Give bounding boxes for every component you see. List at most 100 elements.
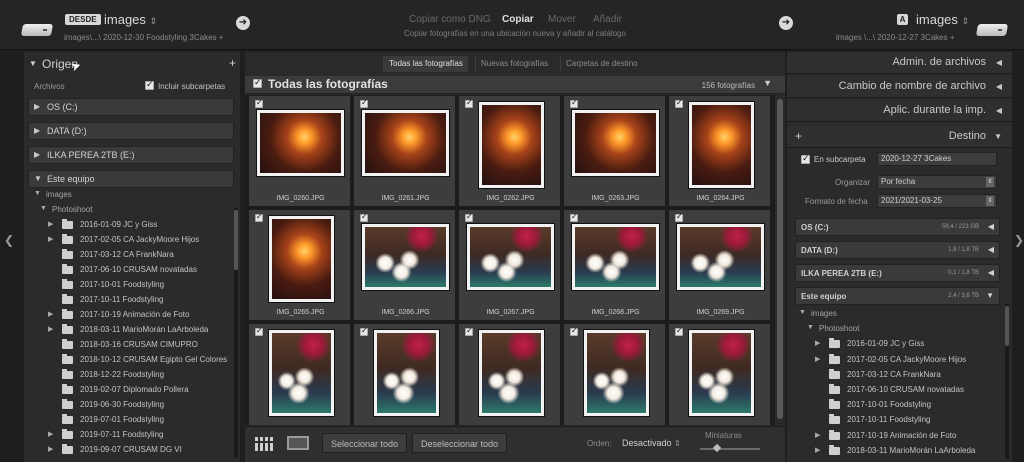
- photo-thumbnail[interactable]: [362, 110, 449, 176]
- photo-select-checkbox[interactable]: [570, 212, 578, 222]
- source-folder-item[interactable]: 2018-10-12 CRUSAM Egipto Gel Colores: [24, 353, 240, 368]
- expand-triangle-icon[interactable]: ▼: [40, 205, 47, 212]
- destination-folder-item[interactable]: 2017-10-11 Foodstyling: [787, 413, 1003, 428]
- photo-thumbnail-cell[interactable]: [563, 323, 666, 425]
- sort-order-dropdown[interactable]: Desactivado ⇕: [622, 438, 681, 448]
- source-folder-item[interactable]: ▶ 2017-10-19 Animación de Foto: [24, 308, 240, 323]
- source-folder-item[interactable]: ▶ 2018-03-11 MarioMorán LaArboleda: [24, 323, 240, 338]
- source-folder-item[interactable]: 2019-07-01 Foodstyling: [24, 413, 240, 428]
- photo-thumbnail-cell[interactable]: IMG_0268.JPG: [563, 209, 666, 321]
- photo-select-checkbox[interactable]: [570, 326, 578, 336]
- collapse-triangle-icon[interactable]: ▼: [29, 59, 37, 68]
- photo-select-checkbox[interactable]: [675, 98, 683, 108]
- sort-dropdown-icon[interactable]: ▼: [763, 78, 772, 88]
- expand-triangle-icon[interactable]: ▶: [48, 445, 53, 453]
- expand-triangle-icon[interactable]: ▼: [986, 291, 994, 300]
- expand-triangle-icon[interactable]: ▶: [48, 430, 53, 438]
- photo-thumbnail-cell[interactable]: IMG_0263.JPG: [563, 95, 666, 207]
- expand-triangle-icon[interactable]: ◀: [996, 106, 1002, 115]
- source-panel-header[interactable]: ▼ Origen +: [24, 54, 240, 74]
- in-subfolder-checkbox[interactable]: [801, 153, 810, 164]
- photo-select-checkbox[interactable]: [465, 326, 473, 336]
- include-subfolders-label[interactable]: Incluir subcarpetas: [158, 82, 225, 91]
- expand-triangle-icon[interactable]: ▶: [34, 150, 40, 159]
- mode-move[interactable]: Mover: [548, 14, 576, 25]
- destination-folder-item[interactable]: 2017-10-01 Foodstyling: [787, 398, 1003, 413]
- destination-volume[interactable]: OS (C:) 59,4 / 223 GB ◀: [795, 218, 1000, 236]
- source-folder-item[interactable]: 2019-02-07 Diplomado Pollera: [24, 383, 240, 398]
- photo-thumbnail[interactable]: [269, 330, 334, 416]
- expand-triangle-icon[interactable]: ▶: [815, 446, 820, 454]
- source-volume[interactable]: ▶ OS (C:): [28, 98, 234, 116]
- select-all-checkbox[interactable]: [253, 77, 262, 88]
- expand-triangle-icon[interactable]: ▶: [48, 220, 53, 228]
- loupe-view-icon[interactable]: [287, 436, 309, 450]
- file-renaming-section[interactable]: Cambio de nombre de archivo ◀: [787, 76, 1012, 98]
- expand-triangle-icon[interactable]: ▼: [807, 324, 814, 331]
- photo-thumbnail[interactable]: [677, 224, 764, 290]
- photo-thumbnail-cell[interactable]: [248, 323, 351, 425]
- mode-copy[interactable]: Copiar: [502, 14, 534, 25]
- source-folder-item[interactable]: ▶ 2019-09-07 CRUSAM DG VI: [24, 443, 240, 458]
- destination-folder-item[interactable]: ▼ images: [787, 307, 1003, 322]
- expand-triangle-icon[interactable]: ▶: [34, 126, 40, 135]
- expand-triangle-icon[interactable]: ▶: [815, 431, 820, 439]
- source-name-dropdown[interactable]: images ⇕: [104, 12, 157, 27]
- expand-triangle-icon[interactable]: ◀: [996, 82, 1002, 91]
- collapse-right-icon[interactable]: ❯: [1014, 233, 1024, 247]
- grid-view-icon[interactable]: [255, 437, 275, 451]
- destination-name-dropdown[interactable]: images ⇕: [916, 12, 969, 27]
- photo-thumbnail[interactable]: [689, 330, 754, 416]
- photo-thumbnail[interactable]: [572, 224, 659, 290]
- photo-thumbnail-cell[interactable]: IMG_0262.JPG: [458, 95, 561, 207]
- collapse-left-icon[interactable]: ❮: [4, 233, 14, 247]
- destination-path[interactable]: images \...\ 2020-12-27 3Cakes +: [836, 33, 955, 42]
- expand-triangle-icon[interactable]: ◀: [988, 268, 994, 277]
- photo-select-checkbox[interactable]: [675, 212, 683, 222]
- expand-triangle-icon[interactable]: ▶: [815, 339, 820, 347]
- expand-triangle-icon[interactable]: ▶: [48, 235, 53, 243]
- source-volume[interactable]: ▶ ILKA PEREA 2TB (E:): [28, 146, 234, 164]
- photo-thumbnail-cell[interactable]: [353, 323, 456, 425]
- deselect-all-button[interactable]: Deseleccionar todo: [412, 433, 508, 453]
- photo-select-checkbox[interactable]: [360, 326, 368, 336]
- photo-select-checkbox[interactable]: [255, 212, 263, 222]
- expand-triangle-icon[interactable]: ▶: [815, 355, 820, 363]
- mode-add[interactable]: Añadir: [593, 14, 622, 25]
- source-folder-item[interactable]: ▶ 2016-01-09 JC y Giss: [24, 218, 240, 233]
- photo-thumbnail[interactable]: [479, 102, 544, 188]
- destination-scrollbar[interactable]: [1005, 304, 1009, 459]
- photo-thumbnail-cell[interactable]: IMG_0265.JPG: [248, 209, 351, 321]
- photo-thumbnail[interactable]: [467, 224, 554, 290]
- destination-volume[interactable]: DATA (D:) 1,8 / 1,8 TB ◀: [795, 241, 1000, 259]
- photo-thumbnail-cell[interactable]: IMG_0264.JPG: [668, 95, 771, 207]
- destination-volume[interactable]: ILKA PEREA 2TB (E:) 0,1 / 1,8 TB ◀: [795, 264, 1000, 282]
- organize-select[interactable]: Por fecha ⇕: [877, 175, 997, 189]
- source-folder-item[interactable]: 2017-10-01 Foodstyling: [24, 278, 240, 293]
- add-icon[interactable]: +: [229, 56, 236, 70]
- photo-select-checkbox[interactable]: [465, 98, 473, 108]
- source-folder-item[interactable]: ▶ 2019-07-11 Foodstyling: [24, 428, 240, 443]
- expand-triangle-icon[interactable]: ◀: [988, 245, 994, 254]
- source-scrollbar[interactable]: [234, 208, 238, 458]
- subfolder-name-input[interactable]: 2020-12-27 3Cakes: [877, 152, 997, 166]
- photo-select-checkbox[interactable]: [570, 98, 578, 108]
- select-all-button[interactable]: Seleccionar todo: [322, 433, 408, 453]
- mode-copy-as-dng[interactable]: Copiar como DNG: [409, 14, 491, 25]
- expand-triangle-icon[interactable]: ▶: [48, 310, 53, 318]
- tab-destination-folders[interactable]: Carpetas de destino: [560, 56, 643, 72]
- destination-folder-item[interactable]: 2017-06-10 CRUSAM novatadas: [787, 383, 1003, 398]
- source-folder-item[interactable]: 2018-12-22 Foodstyling: [24, 368, 240, 383]
- source-folder-item[interactable]: 2019-06-30 Foodstyling: [24, 398, 240, 413]
- photo-select-checkbox[interactable]: [255, 98, 263, 108]
- destination-volume[interactable]: Este equipo 2,4 / 3,6 TB ▼: [795, 287, 1000, 305]
- source-folder-item[interactable]: ▼ images: [24, 188, 240, 203]
- expand-triangle-icon[interactable]: ▶: [34, 102, 40, 111]
- photo-thumbnail[interactable]: [479, 330, 544, 416]
- tab-all-photos[interactable]: Todas las fotografías: [383, 56, 468, 72]
- destination-folder-item[interactable]: ▶ 2016-01-09 JC y Giss: [787, 337, 1003, 352]
- source-drive-icon[interactable]: [20, 22, 54, 40]
- photo-thumbnail-cell[interactable]: [458, 323, 561, 425]
- source-path[interactable]: images\...\ 2020-12-30 Foodstyling 3Cake…: [64, 33, 223, 42]
- thumbnail-size-slider[interactable]: [700, 443, 760, 453]
